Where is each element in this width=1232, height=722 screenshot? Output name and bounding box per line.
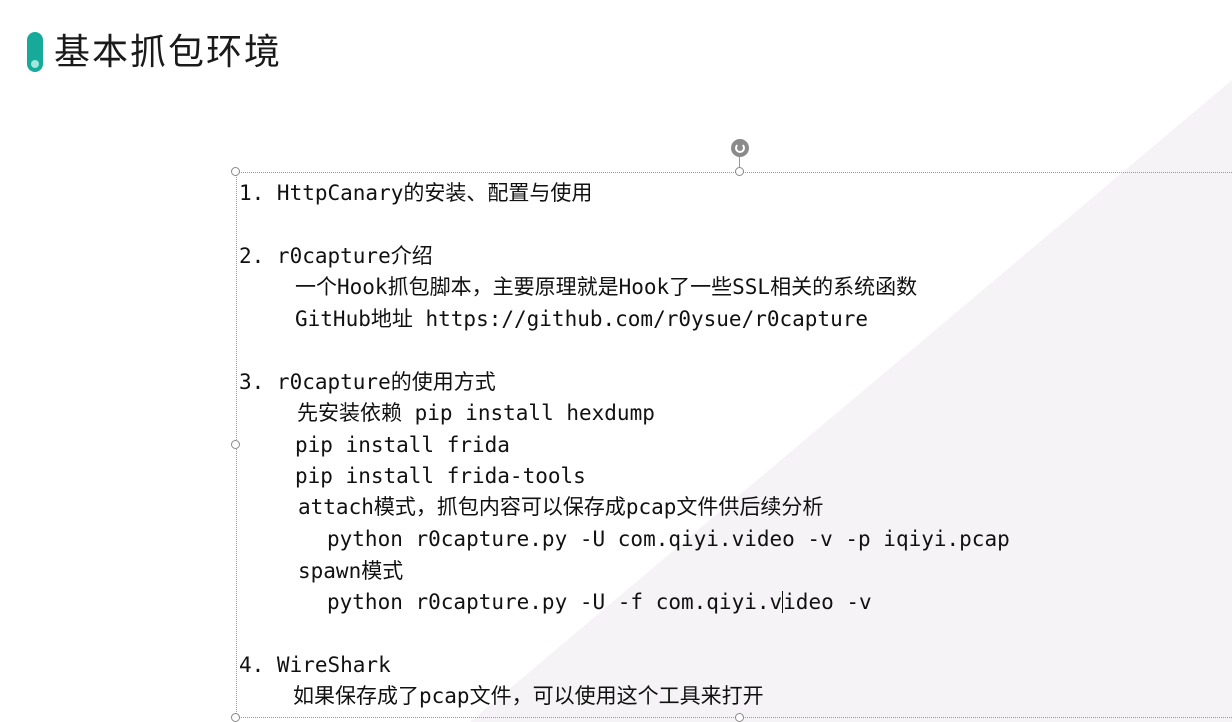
rotate-icon[interactable] [731,139,749,157]
resize-handle-bottom-middle[interactable] [735,713,744,722]
text-line-spawn-command: python r0capture.py -U -f com.qiyi.video… [327,588,872,616]
text-line-github: GitHub地址 https://github.com/r0ysue/r0cap… [295,307,869,331]
list-item-3: 3. r0capture的使用方式 [239,370,496,394]
text-box[interactable]: 1. HttpCanary的安装、配置与使用 2. r0capture介绍 一个… [236,172,1232,718]
text-line-install-frida-tools: pip install frida-tools [295,464,586,488]
resize-handle-top-middle[interactable] [735,167,744,176]
resize-handle-top-left[interactable] [231,167,240,176]
list-item-4: 4. WireShark [239,653,391,677]
list-item-2: 2. r0capture介绍 [239,244,433,268]
page-title: 基本抓包环境 [54,32,283,73]
text-line-install-frida: pip install frida [295,433,510,457]
text-line-install-hexdump: 先安装依赖 pip install hexdump [297,401,655,425]
spawn-command-part1: python r0capture.py -U -f com.qiyi.v [327,590,783,614]
list-item-1: 1. HttpCanary的安装、配置与使用 [239,181,593,205]
text-line-attach-mode: attach模式，抓包内容可以保存成pcap文件供后续分析 [298,495,824,519]
title-accent-bar [27,32,43,72]
text-line-hook-desc: 一个Hook抓包脚本，主要原理就是Hook了一些SSL相关的系统函数 [295,275,918,299]
text-line-attach-command: python r0capture.py -U com.qiyi.video -v… [327,527,1010,551]
resize-handle-middle-left[interactable] [231,440,240,449]
spawn-command-part2: ideo -v [783,590,872,614]
resize-handle-bottom-left[interactable] [231,713,240,722]
text-line-wireshark-desc: 如果保存成了pcap文件，可以使用这个工具来打开 [293,684,764,708]
text-line-spawn-mode: spawn模式 [298,559,404,583]
